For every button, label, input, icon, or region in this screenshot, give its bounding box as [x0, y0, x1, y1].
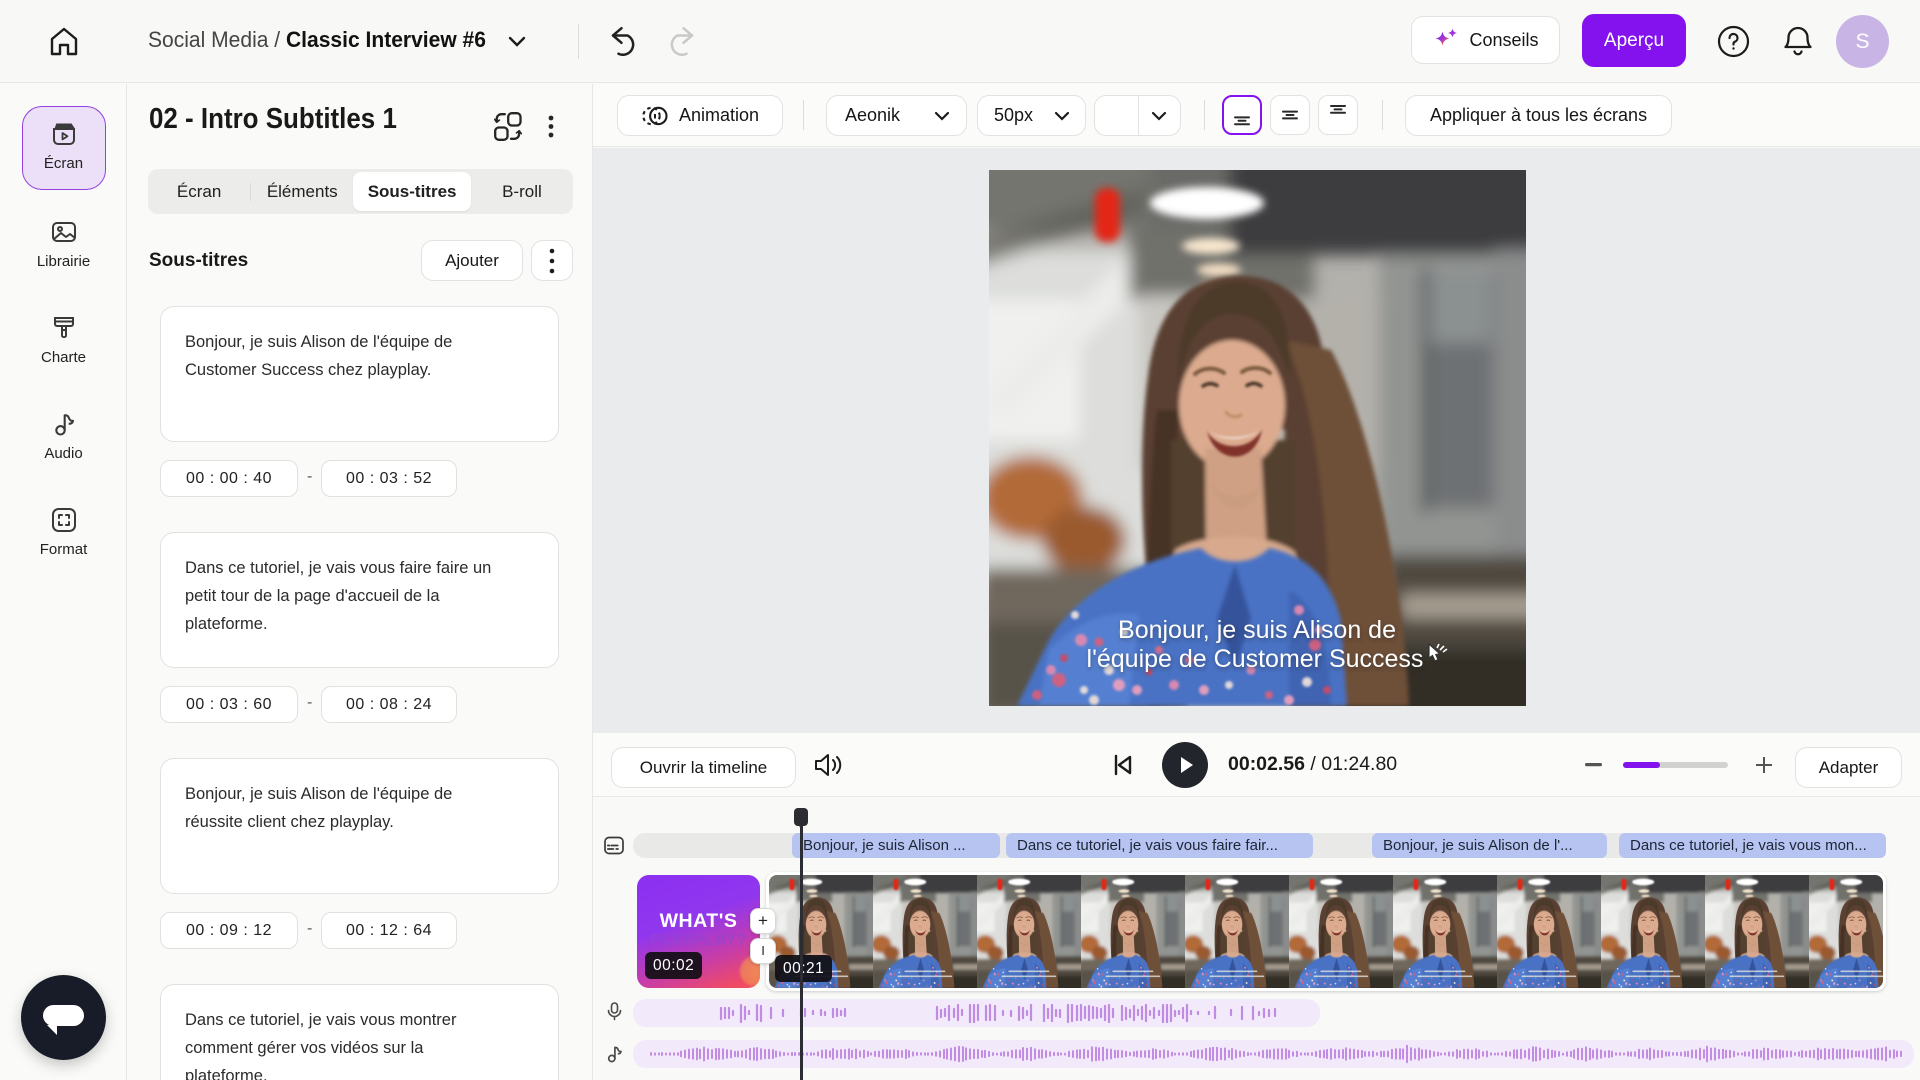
svg-text:Bonjour, je suis Alison de: Bonjour, je suis Alison de — [1118, 616, 1396, 644]
svg-text:l'équipe de Customer Success: l'équipe de Customer Success — [1087, 645, 1424, 673]
